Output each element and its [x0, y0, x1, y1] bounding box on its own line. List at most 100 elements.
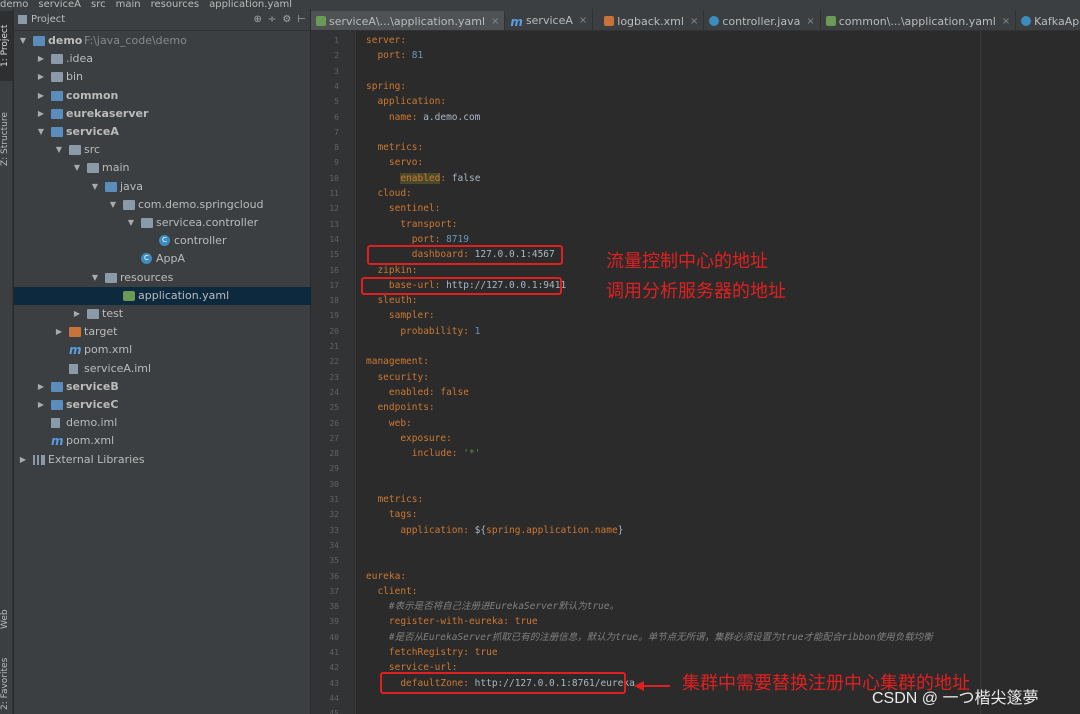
- tree-item[interactable]: serviceA.iml: [14, 360, 311, 378]
- tree-item[interactable]: ▶ bin: [14, 68, 311, 86]
- expand-arrow-icon[interactable]: ▼: [126, 214, 136, 232]
- yaml-file-icon: [123, 290, 135, 301]
- line-number: 23: [329, 372, 339, 382]
- editor-tab[interactable]: common\...\application.yaml ×: [821, 10, 1017, 30]
- line-number: 9: [334, 158, 339, 168]
- line-number: 28: [329, 449, 339, 459]
- tree-item[interactable]: ▼ src: [14, 141, 311, 159]
- tree-item[interactable]: ▶ target: [14, 323, 311, 341]
- tree-item[interactable]: m pom.xml: [14, 341, 311, 359]
- iml-file-icon: [69, 363, 78, 374]
- editor-tab[interactable]: serviceA\...\application.yaml ×: [311, 11, 506, 30]
- tree-item-label: External Libraries: [48, 452, 145, 466]
- line-number: 24: [329, 387, 339, 397]
- folder-icon: [51, 72, 63, 83]
- collapse-arrow-icon[interactable]: ▶: [36, 87, 46, 105]
- collapse-arrow-icon[interactable]: ▶: [54, 323, 64, 341]
- tree-item[interactable]: ▼ com.demo.springcloud: [14, 196, 311, 214]
- close-tab-icon[interactable]: ×: [1002, 16, 1010, 27]
- line-number: 40: [329, 632, 339, 642]
- tab-web-toolwindow[interactable]: Web: [0, 599, 13, 639]
- tree-item[interactable]: ▶ serviceB: [14, 378, 311, 396]
- tree-item-label: java: [120, 179, 144, 193]
- collapse-arrow-icon[interactable]: ▶: [36, 396, 46, 414]
- code-token: sentinel:: [366, 203, 441, 215]
- project-panel-title[interactable]: Project: [31, 14, 65, 25]
- tree-item[interactable]: ▼ main: [14, 159, 311, 177]
- collapse-arrow-icon[interactable]: ▶: [72, 305, 82, 323]
- editor-tab-label: serviceA: [525, 13, 573, 27]
- tab-favorites-toolwindow[interactable]: 2: Favorites: [0, 654, 13, 714]
- tree-item-label: controller: [174, 234, 227, 248]
- tree-item[interactable]: application.yaml: [14, 286, 311, 305]
- tree-item[interactable]: m pom.xml: [14, 432, 311, 450]
- close-tab-icon[interactable]: ×: [579, 15, 587, 26]
- tree-item-label: pom.xml: [66, 434, 115, 448]
- breadcrumb-item[interactable]: src: [91, 0, 106, 9]
- editor-tab[interactable]: KafkaAppender.java×: [1016, 10, 1080, 30]
- expand-arrow-icon[interactable]: ▼: [72, 159, 82, 177]
- breadcrumb-item[interactable]: demo: [0, 0, 28, 9]
- tree-item[interactable]: ▶ common: [14, 87, 311, 105]
- expand-arrow-icon[interactable]: ▼: [54, 141, 64, 159]
- tree-item[interactable]: ▼ java: [14, 178, 311, 196]
- tree-item[interactable]: Ccontroller: [14, 232, 311, 250]
- tree-item[interactable]: ▶ eurekaserver: [14, 105, 311, 123]
- code-token: servo:: [366, 157, 424, 169]
- line-number: 4: [334, 81, 339, 91]
- maven-file-icon: m: [69, 343, 82, 358]
- expand-arrow-icon[interactable]: ▼: [36, 123, 46, 141]
- code-token: probability:: [366, 325, 475, 337]
- yaml-file-icon: [316, 16, 326, 26]
- expand-arrow-icon[interactable]: ▼: [18, 32, 28, 50]
- tree-item[interactable]: ▶ External Libraries: [14, 451, 311, 469]
- code-token: management:: [366, 356, 429, 368]
- code-editor[interactable]: server: port: 81 spring: application: nam…: [356, 31, 1080, 714]
- tree-item[interactable]: demo.iml: [14, 414, 311, 432]
- collapse-arrow-icon[interactable]: ▶: [36, 68, 46, 86]
- tree-item[interactable]: ▼ resources: [14, 269, 311, 287]
- tree-item-label: pom.xml: [84, 343, 133, 357]
- close-tab-icon[interactable]: ×: [491, 16, 499, 27]
- editor-tab[interactable]: logback.xml ×: [593, 10, 705, 30]
- code-token: name:: [366, 111, 424, 123]
- tree-item[interactable]: ▶ test: [14, 305, 311, 323]
- tab-structure-toolwindow[interactable]: Z: Structure: [0, 101, 13, 177]
- expand-arrow-icon[interactable]: ▼: [108, 196, 118, 214]
- collapse-arrow-icon[interactable]: ▶: [36, 378, 46, 396]
- tree-item[interactable]: ▶ serviceC: [14, 396, 311, 414]
- tree-item[interactable]: ▼ serviceA: [14, 123, 311, 141]
- settings-gear-icon[interactable]: ⚙: [282, 14, 291, 25]
- tree-item[interactable]: ▼ servicea.controller: [14, 214, 311, 232]
- breadcrumb-item[interactable]: main: [116, 0, 141, 9]
- editor-tab[interactable]: controller.java ×: [704, 10, 821, 30]
- breadcrumb-item[interactable]: serviceA: [38, 0, 81, 9]
- breadcrumb-item[interactable]: resources: [151, 0, 199, 9]
- expand-arrow-icon[interactable]: ▼: [90, 178, 100, 196]
- collapse-all-icon[interactable]: ÷: [268, 14, 276, 25]
- scroll-from-source-icon[interactable]: ⊕: [254, 14, 262, 25]
- tree-item[interactable]: ▼ demo F:\java_code\demo: [14, 32, 311, 50]
- code-token: exposure:: [366, 432, 452, 444]
- collapse-arrow-icon[interactable]: ▶: [36, 105, 46, 123]
- close-tab-icon[interactable]: ×: [806, 16, 814, 27]
- tab-project-toolwindow[interactable]: 1: Project: [0, 11, 13, 81]
- tree-item-label: servicea.controller: [156, 216, 259, 229]
- code-line: name: a.demo.com: [366, 110, 481, 125]
- tree-item[interactable]: ▶ .idea: [14, 50, 311, 68]
- editor-tab[interactable]: m serviceA ×: [505, 9, 594, 30]
- editor-tab-label: serviceA\...\application.yaml: [329, 14, 486, 28]
- code-token: port:: [366, 233, 447, 245]
- yaml-file-icon: [825, 16, 836, 26]
- close-tab-icon[interactable]: ×: [690, 16, 698, 27]
- editor-tab-bar: serviceA\...\application.yaml × m serviceA ×…: [311, 9, 1080, 31]
- code-token: a.demo.com: [423, 111, 481, 123]
- xml-file-icon: [604, 16, 615, 26]
- hide-panel-icon[interactable]: ⊢: [297, 14, 306, 25]
- expand-arrow-icon[interactable]: ▼: [90, 269, 100, 287]
- tree-item[interactable]: C AppA: [14, 250, 311, 268]
- collapse-arrow-icon[interactable]: ▶: [18, 451, 28, 469]
- breadcrumb-item[interactable]: application.yaml: [209, 0, 292, 9]
- collapse-arrow-icon[interactable]: ▶: [36, 50, 46, 68]
